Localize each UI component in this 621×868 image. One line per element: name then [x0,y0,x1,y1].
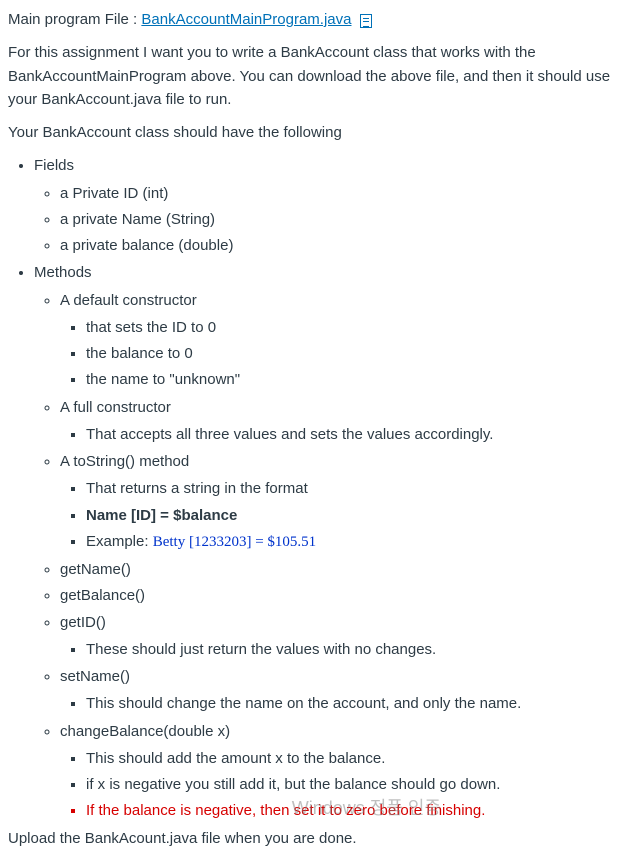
default-constructor: A default constructor that sets the ID t… [60,289,613,392]
tostring-example-value: Betty [1233203] = $105.51 [153,534,316,550]
tostring-example: Example: Betty [1233203] = $105.51 [86,530,613,554]
main-file-prefix: Main program File : [8,11,141,28]
default-ctor-id: that sets the ID to 0 [86,316,613,339]
getid-note: These should just return the values with… [86,638,613,661]
tostring-format: Name [ID] = $balance [86,504,613,527]
changebalance-neg: if x is negative you still add it, but t… [86,773,613,796]
intro-paragraph-2: Your BankAccount class should have the f… [8,121,613,144]
full-constructor-label: A full constructor [60,399,171,416]
field-balance: a private balance (double) [60,234,613,257]
full-constructor: A full constructor That accepts all thre… [60,396,613,447]
getid-method: getID() These should just return the val… [60,611,613,662]
fields-section: Fields a Private ID (int) a private Name… [34,154,613,257]
setname-method: setName() This should change the name on… [60,665,613,716]
default-ctor-balance: the balance to 0 [86,342,613,365]
getname-method: getName() [60,558,613,581]
tostring-method: A toString() method That returns a strin… [60,450,613,554]
default-ctor-name: the name to "unknown" [86,368,613,391]
windows-watermark: Windows 정품 인증 [292,795,441,823]
default-constructor-label: A default constructor [60,292,197,309]
setname-label: setName() [60,668,130,685]
fields-label: Fields [34,157,74,174]
tostring-return: That returns a string in the format [86,477,613,500]
file-icon [360,14,372,28]
main-file-line: Main program File : BankAccountMainProgr… [8,8,613,31]
methods-section: Methods A default constructor that sets … [34,261,613,822]
main-file-link[interactable]: BankAccountMainProgram.java [141,11,351,28]
setname-note: This should change the name on the accou… [86,692,613,715]
tostring-example-prefix: Example: [86,533,153,550]
field-id: a Private ID (int) [60,182,613,205]
getbalance-method: getBalance() [60,584,613,607]
spec-list: Fields a Private ID (int) a private Name… [8,154,613,822]
getid-label: getID() [60,614,106,631]
changebalance-add: This should add the amount x to the bala… [86,747,613,770]
field-name: a private Name (String) [60,208,613,231]
full-ctor-desc: That accepts all three values and sets t… [86,423,613,446]
intro-paragraph-1: For this assignment I want you to write … [8,41,613,111]
methods-label: Methods [34,264,92,281]
changebalance-label: changeBalance(double x) [60,723,230,740]
tostring-label: A toString() method [60,453,189,470]
